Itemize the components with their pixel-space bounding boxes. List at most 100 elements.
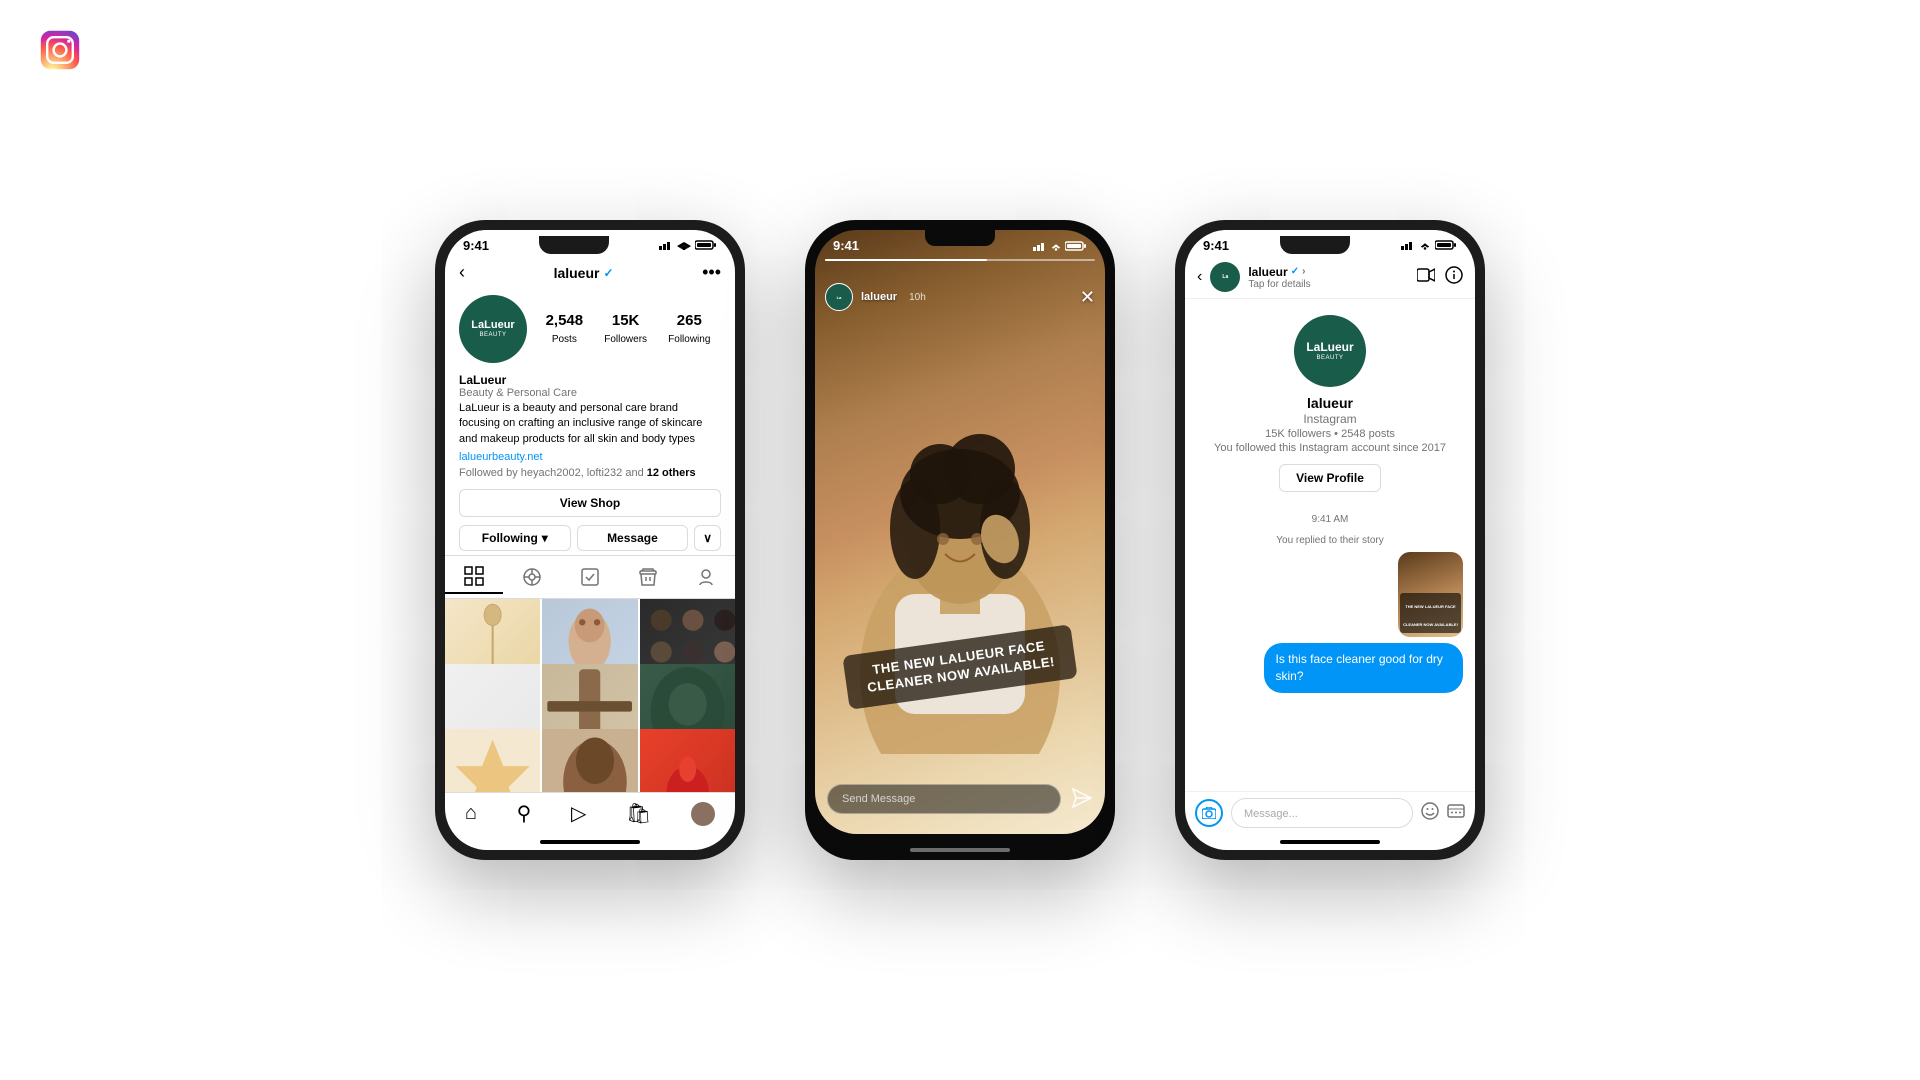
phone2-frame: 9:41 (805, 220, 1115, 860)
p3-dm-avatar[interactable]: La (1210, 262, 1240, 292)
story-full: 9:41 (815, 230, 1105, 834)
p1-tab-shop[interactable] (619, 560, 677, 594)
p2-story-bottom: Send Message (815, 776, 1105, 834)
p2-send-icon[interactable] (1071, 787, 1093, 812)
p1-tabs-row (445, 555, 735, 599)
p1-following-btn[interactable]: Following ▾ (459, 525, 571, 551)
p3-dm-header-icons (1417, 266, 1463, 289)
p1-more-action-btn[interactable]: ∨ (694, 525, 721, 551)
p1-action-buttons: Following ▾ Message ∨ (445, 521, 735, 555)
p1-following-label: Following (668, 334, 710, 345)
p1-followers-count: 15K (604, 312, 647, 329)
p1-status-time: 9:41 (463, 238, 489, 253)
p1-stat-posts: 2,548 Posts (546, 312, 584, 347)
p1-photo-grid (445, 599, 735, 792)
p3-profile-followed: You followed this Instagram account sinc… (1214, 442, 1446, 454)
phone2-screen: 9:41 (815, 230, 1105, 834)
p1-followed-count: 12 others (647, 467, 696, 479)
p2-user-row: La lalueur 10h ✕ (825, 283, 1095, 311)
phone3-screen: 9:41 ‹ La lalueur ✓ › (1185, 230, 1475, 850)
p3-message-placeholder: Message... (1244, 808, 1298, 820)
p1-bio-category: Beauty & Personal Care (459, 387, 721, 399)
p3-dm-arrow: › (1302, 266, 1305, 277)
p3-dm-user-info: lalueur ✓ › Tap for details (1248, 265, 1409, 290)
p3-info-icon[interactable] (1445, 266, 1463, 289)
p2-status-icons (1033, 241, 1087, 251)
p3-dm-username: lalueur ✓ › (1248, 265, 1409, 279)
p1-nav-shop[interactable]: 🛍 (626, 801, 651, 826)
p1-stat-followers: 15K Followers (604, 312, 647, 347)
p1-bio-followed: Followed by heyach2002, lofti232 and 12 … (459, 467, 721, 479)
p1-nav-search[interactable]: ⚲ (517, 801, 532, 826)
p1-bio-link[interactable]: lalueurbeauty.net (459, 451, 543, 463)
p1-nav-reels[interactable]: ▷ (571, 801, 586, 826)
p2-message-input[interactable]: Send Message (827, 784, 1061, 814)
p2-story-close[interactable]: ✕ (1080, 287, 1095, 308)
p1-status-icons (659, 240, 717, 250)
p1-nav-profile[interactable] (691, 802, 715, 826)
p1-bio-text: LaLueur is a beauty and personal care br… (459, 401, 721, 447)
p1-nav-home[interactable]: ⌂ (465, 802, 477, 825)
p1-notch-area (539, 236, 609, 254)
p1-username-row: lalueur ✓ (554, 265, 614, 281)
p1-verified: ✓ (603, 266, 613, 280)
p1-posts-count: 2,548 (546, 312, 584, 329)
p3-sticker-icon[interactable] (1421, 802, 1439, 825)
p1-chevron-down-icon: ▾ (542, 531, 548, 545)
p1-following-count: 265 (668, 312, 710, 329)
p3-story-reply-thumb[interactable]: THE NEW LALUEUR FACE CLEANER NOW AVAILAB… (1398, 552, 1463, 637)
p1-followers-label: Followers (604, 334, 647, 345)
p3-profile-section: LaLueur BEAUTY lalueur Instagram 15K fol… (1185, 299, 1475, 502)
p3-story-thumb-text: THE NEW LALUEUR FACE CLEANER NOW AVAILAB… (1403, 604, 1458, 627)
p1-bio-name: LaLueur (459, 373, 721, 387)
p1-tab-reels[interactable] (503, 560, 561, 594)
p3-input-row: Message... (1185, 791, 1475, 840)
p1-grid-item-7[interactable] (445, 729, 540, 792)
p1-grid-item-9[interactable] (640, 729, 735, 792)
p2-message-placeholder: Send Message (842, 793, 915, 805)
p1-message-btn[interactable]: Message (577, 525, 689, 551)
p1-tab-grid[interactable] (445, 560, 503, 594)
p2-story-avatar: La (825, 283, 853, 311)
p3-home-indicator (1280, 840, 1380, 844)
p3-message-input[interactable]: Message... (1231, 798, 1413, 828)
p3-back-btn[interactable]: ‹ (1197, 268, 1202, 286)
p3-chat-bubble: Is this face cleaner good for dry skin? (1264, 643, 1464, 693)
p1-following-label: Following (482, 531, 538, 545)
p1-avatar[interactable]: LaLueur BEAUTY (459, 295, 527, 363)
p2-progress-fill (825, 259, 987, 261)
p2-story-username[interactable]: lalueur (861, 291, 897, 303)
p3-profile-name: lalueur (1307, 395, 1353, 411)
p1-grid-item-8[interactable] (542, 729, 637, 792)
p3-video-icon[interactable] (1417, 268, 1435, 287)
p3-view-profile-btn[interactable]: View Profile (1279, 464, 1381, 492)
p3-profile-avatar: LaLueur BEAUTY (1294, 315, 1366, 387)
page-wrapper: 9:41 ‹ lalueur ✓ ••• (0, 0, 1920, 1080)
p3-status-time: 9:41 (1203, 238, 1229, 253)
p1-bottom-nav: ⌂ ⚲ ▷ 🛍 (445, 792, 735, 840)
p1-view-shop-btn[interactable]: View Shop (459, 489, 721, 517)
p1-back-arrow[interactable]: ‹ (459, 262, 465, 283)
p1-more-btn[interactable]: ••• (702, 262, 721, 283)
p3-camera-icon[interactable] (1195, 799, 1223, 827)
p2-home-indicator-wrap (805, 844, 1115, 860)
p3-messages: 9:41 AM You replied to their story THE N… (1185, 502, 1475, 791)
p1-stats-row: LaLueur BEAUTY 2,548 Posts 15K Followers… (445, 289, 735, 371)
phone1-frame: 9:41 ‹ lalueur ✓ ••• (435, 220, 745, 860)
p2-status-time: 9:41 (833, 238, 859, 253)
p3-dm-header: ‹ La lalueur ✓ › Tap for details (1185, 256, 1475, 299)
p1-tab-tagged[interactable] (561, 560, 619, 594)
p1-home-indicator (540, 840, 640, 844)
p2-progress-bar (825, 259, 1095, 261)
p3-dm-subtitle: Tap for details (1248, 279, 1409, 290)
p3-replied-text: You replied to their story (1197, 535, 1463, 546)
p1-stats-container: 2,548 Posts 15K Followers 265 Following (535, 312, 721, 347)
phone3-frame: 9:41 ‹ La lalueur ✓ › (1175, 220, 1485, 860)
p3-status-icons (1401, 240, 1457, 250)
p1-tab-collab[interactable] (677, 560, 735, 594)
p1-profile-header: ‹ lalueur ✓ ••• (445, 256, 735, 289)
p3-emoji-icon[interactable] (1447, 802, 1465, 825)
p2-home-line (910, 848, 1010, 852)
p2-story-time: 10h (909, 292, 926, 303)
p3-profile-stats: 15K followers • 2548 posts (1265, 428, 1395, 440)
